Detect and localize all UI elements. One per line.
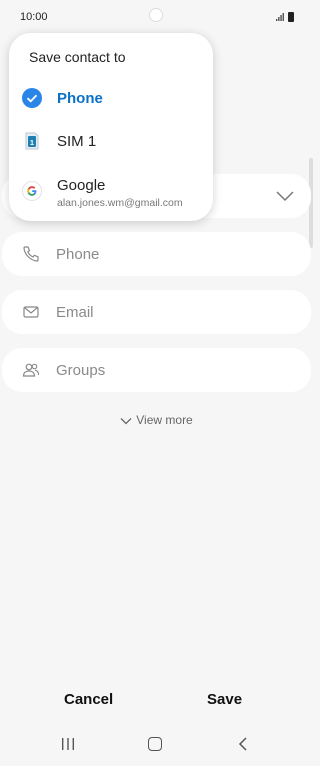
camera-cutout (149, 8, 163, 22)
chevron-down-icon (120, 418, 132, 425)
groups-icon (22, 363, 40, 377)
signal-icon (276, 13, 284, 21)
save-contact-to-popup: Save contact to Phone 1 SIM 1 Google ala… (9, 33, 213, 221)
popup-item-sim-label: SIM 1 (57, 133, 97, 150)
groups-field-label: Groups (56, 362, 106, 379)
email-field[interactable]: Email (2, 290, 311, 334)
svg-text:1: 1 (30, 138, 34, 147)
groups-field[interactable]: Groups (2, 348, 311, 392)
popup-item-google-label: Google (57, 177, 106, 194)
checkmark-circle-icon (22, 88, 42, 108)
google-account-email: alan.jones.wm@gmail.com (57, 197, 183, 209)
phone-field[interactable]: Phone (2, 232, 311, 276)
popup-item-phone-label: Phone (57, 90, 103, 107)
google-icon (22, 181, 42, 201)
mail-icon (23, 306, 39, 318)
phone-icon (23, 246, 39, 262)
view-more-label: View more (136, 413, 193, 427)
battery-icon (288, 12, 294, 22)
popup-item-google[interactable]: Google alan.jones.wm@gmail.com (9, 171, 213, 211)
chevron-down-icon[interactable] (275, 187, 295, 205)
status-time: 10:00 (20, 11, 48, 23)
home-icon[interactable] (148, 737, 162, 751)
back-icon[interactable] (238, 737, 248, 751)
view-more-button[interactable]: View more (0, 413, 313, 427)
popup-item-sim[interactable]: 1 SIM 1 (9, 121, 213, 161)
email-field-label: Email (56, 304, 94, 321)
save-button[interactable]: Save (207, 691, 242, 708)
navigation-bar (0, 735, 313, 757)
cancel-button[interactable]: Cancel (64, 691, 113, 708)
popup-item-phone[interactable]: Phone (9, 78, 213, 118)
phone-field-label: Phone (56, 246, 100, 263)
bottom-actions: Cancel Save (0, 688, 313, 712)
recent-apps-icon[interactable] (61, 738, 75, 750)
status-bar: 10:00 (0, 0, 313, 32)
sim-card-icon: 1 (25, 132, 39, 150)
popup-title: Save contact to (29, 49, 126, 65)
